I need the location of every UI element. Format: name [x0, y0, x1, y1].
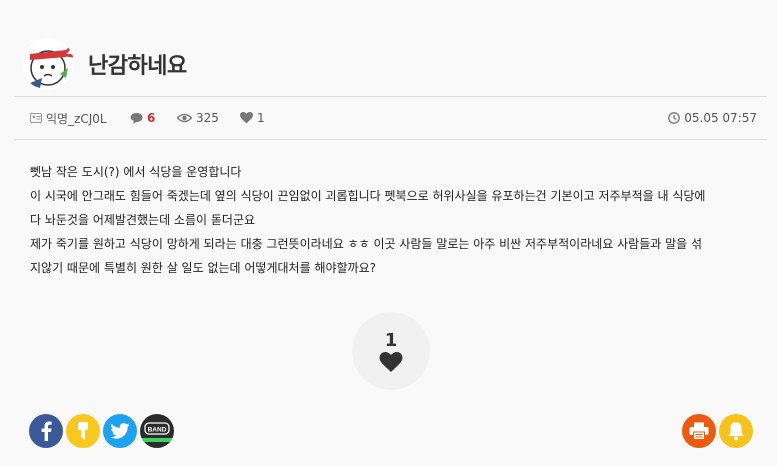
- comment-count[interactable]: 6: [130, 97, 155, 139]
- notify-button[interactable]: [719, 414, 753, 448]
- facebook-icon: [41, 421, 52, 441]
- share-band-button[interactable]: BAND: [140, 414, 174, 448]
- view-count-value: 325: [196, 111, 219, 125]
- content-line: 제가 죽기를 원하고 식당이 망하게 되라는 대충 그런뜻이라네요 ㅎㅎ 이곳 …: [30, 237, 703, 251]
- kakaostory-icon: [78, 422, 88, 440]
- print-icon: [689, 422, 709, 440]
- heart-icon: [240, 112, 253, 124]
- comment-count-value: 6: [147, 111, 156, 125]
- bell-icon: [728, 422, 744, 441]
- post-meta-bar: 익명_zCJ0L 6 325 1 05.05 07:57: [14, 96, 767, 140]
- band-label: BAND: [148, 427, 167, 434]
- content-line: 뻿남 작은 도시(?) 에서 식당을 운영합니다: [30, 165, 242, 179]
- post-datetime: 05.05 07:57: [668, 97, 757, 139]
- content-line: 지않기 때문에 특별히 원한 살 일도 없는데 어떻게대처를 해야할까요?: [30, 261, 377, 275]
- datetime-value: 05.05 07:57: [684, 111, 757, 125]
- content-line: 다 놔둔것을 어제발견했는데 소름이 돋더군요: [30, 213, 256, 227]
- post-content: 뻿남 작은 도시(?) 에서 식당을 운영합니다 이 시국에 안그래도 힘들어 …: [30, 160, 753, 280]
- band-icon: BAND: [140, 422, 174, 442]
- eye-icon: [177, 113, 192, 123]
- like-count-value: 1: [257, 111, 265, 125]
- post-header: 난감하네요: [22, 36, 187, 92]
- view-count: 325: [177, 97, 219, 139]
- clock-icon: [668, 112, 681, 124]
- content-line: 이 시국에 안그래도 힘들어 죽겠는데 옆의 식당이 끈임없이 괴롭힙니다 펫북…: [30, 189, 706, 203]
- heart-icon: [379, 351, 403, 372]
- user-card-icon: [30, 113, 42, 123]
- twitter-icon: [110, 423, 130, 439]
- print-button[interactable]: [682, 414, 716, 448]
- share-kakaostory-button[interactable]: [66, 414, 100, 448]
- like-button[interactable]: 1: [352, 312, 430, 390]
- avatar[interactable]: [22, 38, 74, 90]
- share-facebook-button[interactable]: [29, 414, 63, 448]
- comment-icon: [130, 113, 143, 124]
- like-count: 1: [240, 97, 265, 139]
- like-button-count: 1: [384, 329, 398, 351]
- author-name: 익명_zCJ0L: [46, 111, 107, 126]
- share-twitter-button[interactable]: [103, 414, 137, 448]
- author-info[interactable]: 익명_zCJ0L: [30, 97, 107, 139]
- post-title: 난감하네요: [88, 54, 187, 79]
